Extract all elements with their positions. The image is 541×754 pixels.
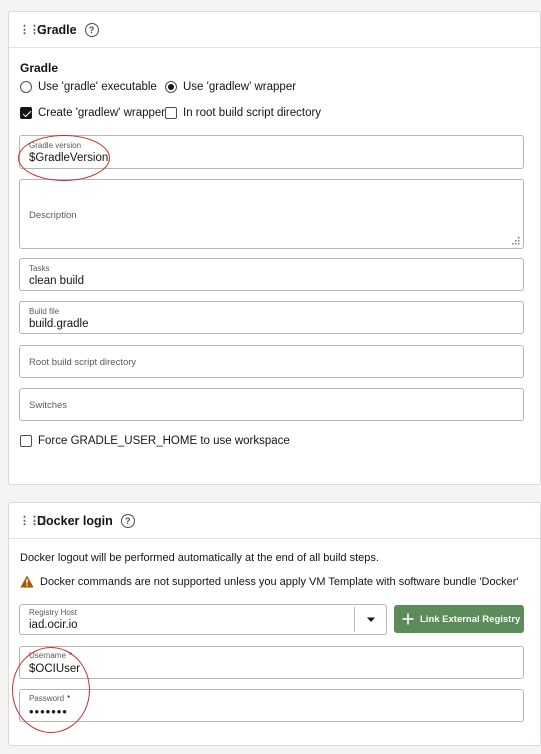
create-wrapper-checkbox[interactable]: [20, 107, 32, 119]
create-wrapper-label: Create 'gradlew' wrapper: [38, 107, 166, 119]
checkbox-in-root-build-dir[interactable]: In root build script directory: [165, 107, 321, 119]
drag-handle-icon[interactable]: ⋮⋮⋮: [19, 514, 50, 527]
help-icon[interactable]: ?: [120, 513, 135, 528]
radio-wrapper-label: Use 'gradlew' wrapper: [183, 81, 297, 93]
tasks-value: clean build: [29, 275, 84, 287]
checkbox-create-gradlew-wrapper[interactable]: Create 'gradlew' wrapper: [20, 107, 165, 119]
annotation-ellipse-credentials: [12, 647, 90, 733]
registry-host-value: iad.ocir.io: [29, 619, 78, 631]
docker-card-header: ⋮⋮⋮ Docker login ?: [9, 503, 540, 539]
radio-executable-label: Use 'gradle' executable: [38, 81, 157, 93]
force-home-checkbox[interactable]: [20, 435, 32, 447]
gradle-section-label: Gradle: [20, 61, 59, 75]
build-file-label: Build file: [29, 307, 60, 316]
radio-use-gradlew-wrapper[interactable]: Use 'gradlew' wrapper: [165, 81, 296, 93]
build-file-field[interactable]: Build file build.gradle: [19, 301, 524, 334]
drag-handle-icon[interactable]: ⋮⋮⋮: [19, 23, 50, 36]
link-external-registry-button[interactable]: Link External Registry: [394, 605, 524, 633]
annotation-ellipse-gradle-version: [18, 135, 110, 181]
password-field[interactable]: Password * •••••••: [19, 689, 524, 722]
docker-warning-text: Docker commands are not supported unless…: [40, 575, 519, 588]
username-field[interactable]: Username * $OCIUser: [19, 646, 524, 679]
checkbox-force-gradle-user-home[interactable]: Force GRADLE_USER_HOME to use workspace: [20, 435, 290, 447]
docker-card-title: Docker login: [37, 513, 113, 528]
docker-warning: Docker commands are not supported unless…: [20, 575, 518, 588]
help-icon[interactable]: ?: [84, 22, 99, 37]
build-file-value: build.gradle: [29, 318, 89, 330]
docker-logout-note: Docker logout will be performed automati…: [20, 552, 379, 564]
radio-use-gradle-executable[interactable]: Use 'gradle' executable: [20, 81, 157, 93]
chevron-down-icon[interactable]: [366, 617, 376, 623]
link-external-registry-label: Link External Registry: [420, 613, 521, 625]
warning-icon: [20, 575, 34, 588]
root-build-dir-placeholder: Root build script directory: [29, 357, 137, 368]
description-textarea[interactable]: Description: [19, 179, 524, 249]
radio-executable-control[interactable]: [20, 81, 32, 93]
tasks-field[interactable]: Tasks clean build: [19, 258, 524, 291]
registry-host-label: Registry Host: [29, 608, 78, 617]
description-placeholder: Description: [29, 210, 77, 221]
switches-placeholder: Switches: [29, 400, 68, 411]
registry-divider: [354, 607, 355, 632]
gradle-card-header: ⋮⋮⋮ Gradle ?: [9, 12, 540, 48]
root-dir-checkbox[interactable]: [165, 107, 177, 119]
root-build-dir-field[interactable]: Root build script directory: [19, 345, 524, 378]
switches-field[interactable]: Switches: [19, 388, 524, 421]
radio-wrapper-control[interactable]: [165, 81, 177, 93]
plus-icon: [402, 613, 414, 625]
force-home-label: Force GRADLE_USER_HOME to use workspace: [38, 435, 290, 447]
gradle-card-title: Gradle: [37, 22, 77, 37]
registry-host-select[interactable]: Registry Host iad.ocir.io: [19, 604, 387, 635]
tasks-label: Tasks: [29, 264, 50, 273]
resize-grip-icon[interactable]: [510, 235, 520, 245]
root-dir-label: In root build script directory: [183, 107, 322, 119]
